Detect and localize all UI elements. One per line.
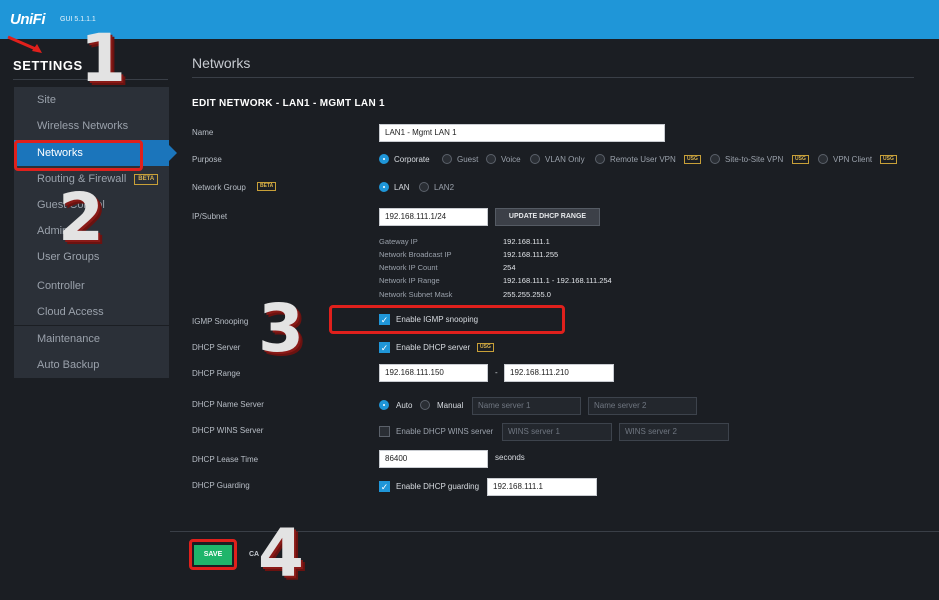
name-server-1-input[interactable]: Name server 1 [472,397,581,415]
subnet-info-key: Network IP Count [379,263,438,272]
purpose-option-label: Remote User VPN [610,155,676,164]
purpose-option-label: Guest [457,155,479,164]
purpose-label: Purpose [192,155,222,164]
subnet-info-key: Network IP Range [379,276,440,285]
subnet-info-value: 254 [503,263,516,272]
sidebar-item-controller[interactable]: Controller [14,273,169,299]
dhcp-range-end-input[interactable]: 192.168.111.210 [504,364,614,382]
sidebar-item-label: Controller [37,280,85,292]
ip-subnet-input[interactable]: 192.168.111.1/24 [379,208,488,226]
wins-server-2-input[interactable]: WINS server 2 [619,423,729,441]
update-dhcp-range-button[interactable]: UPDATE DHCP RANGE [495,208,600,226]
purpose-option-label: Site-to-Site VPN [725,155,784,164]
beta-badge: BETA [134,174,159,185]
beta-badge: BETA [257,182,277,191]
purpose-guest-radio[interactable] [442,154,452,164]
purpose-option-label: VPN Client [833,155,873,164]
save-highlight-box [189,539,237,570]
edit-network-heading: EDIT NETWORK - LAN1 - MGMT LAN 1 [192,98,385,109]
purpose-option-label: Corporate [394,155,430,164]
step-1-annotation: 1 [80,20,126,97]
usg-badge: USG [477,343,494,352]
dhcp-lease-time-label: DHCP Lease Time [192,455,259,464]
page-title: Networks [192,55,251,71]
purpose-remote-vpn-radio[interactable] [595,154,605,164]
dhcp-server-checkbox[interactable]: ✓ [379,342,390,353]
name-server-option-label: Manual [437,401,464,410]
dhcp-range-label: DHCP Range [192,369,241,378]
dhcp-guarding-checkbox[interactable]: ✓ [379,481,390,492]
group-option-label: LAN2 [434,183,455,192]
dhcp-range-start-input[interactable]: 192.168.111.150 [379,364,488,382]
top-bar: UniFi GUI 5.1.1.1 [0,0,939,39]
usg-badge: USG [792,155,809,164]
group-lan2-radio[interactable] [419,182,429,192]
usg-badge: USG [684,155,701,164]
group-option-label: LAN [394,183,410,192]
sidebar-item-maintenance[interactable]: Maintenance [14,326,169,352]
subnet-info-key: Network Broadcast IP [379,250,452,259]
dhcp-guarding-label: DHCP Guarding [192,481,250,490]
subnet-info-key: Gateway IP [379,237,418,246]
purpose-option-label: VLAN Only [545,155,585,164]
network-group-label: Network Group [192,183,246,192]
subnet-info-key: Network Subnet Mask [379,290,453,299]
subnet-info-value: 192.168.111.1 - 192.168.111.254 [503,276,612,285]
usg-badge: USG [880,155,897,164]
networks-highlight-box [14,140,143,171]
step-3-annotation: 3 [258,290,304,367]
igmp-highlight-box [329,305,565,334]
sidebar-item-label: Maintenance [37,333,100,345]
name-server-auto-radio[interactable] [379,400,389,410]
red-arrow-annotation [7,35,42,53]
dhcp-name-server-label: DHCP Name Server [192,400,264,409]
purpose-option-label: Voice [501,155,521,164]
lease-time-input[interactable]: 86400 [379,450,488,468]
unifi-logo[interactable]: UniFi [10,11,46,28]
purpose-site-to-site-vpn-radio[interactable] [710,154,720,164]
purpose-corporate-radio[interactable] [379,154,389,164]
sidebar-item-cloud-access[interactable]: Cloud Access [14,299,169,325]
purpose-vpn-client-radio[interactable] [818,154,828,164]
dhcp-server-text: Enable DHCP server [396,343,471,352]
ip-subnet-label: IP/Subnet [192,212,228,221]
igmp-snooping-label: IGMP Snooping [192,317,249,326]
sidebar-item-label: Auto Backup [37,359,100,371]
settings-title: SETTINGS [13,58,83,73]
name-input[interactable]: LAN1 - Mgmt LAN 1 [379,124,665,142]
lease-unit-label: seconds [495,453,525,462]
subnet-info-value: 255.255.255.0 [503,290,551,299]
dhcp-wins-label: DHCP WINS Server [192,426,264,435]
subnet-info-value: 192.168.111.1 [503,237,550,246]
dhcp-wins-text: Enable DHCP WINS server [396,427,494,436]
step-4-annotation: 4 [258,515,304,592]
step-2-annotation: 2 [58,179,104,256]
sidebar-item-auto-backup[interactable]: Auto Backup [14,352,169,378]
dhcp-wins-checkbox[interactable] [379,426,390,437]
purpose-vlan-only-radio[interactable] [530,154,540,164]
sidebar-item-label: Site [37,94,56,106]
sidebar: SETTINGS Site Wireless Networks Networks… [0,39,177,600]
sidebar-item-label: Wireless Networks [37,120,129,132]
dhcp-guarding-ip-input[interactable]: 192.168.111.1 [487,478,597,496]
sidebar-item-wireless-networks[interactable]: Wireless Networks [14,113,169,139]
name-server-manual-radio[interactable] [420,400,430,410]
dhcp-server-label: DHCP Server [192,343,241,352]
dhcp-guarding-text: Enable DHCP guarding [396,482,480,491]
wins-server-1-input[interactable]: WINS server 1 [502,423,612,441]
name-label: Name [192,128,214,137]
sidebar-item-label: Cloud Access [37,306,104,318]
name-server-option-label: Auto [396,401,413,410]
subnet-info-value: 192.168.111.255 [503,250,559,259]
active-indicator-arrow [169,145,177,161]
name-server-2-input[interactable]: Name server 2 [588,397,697,415]
group-lan-radio[interactable] [379,182,389,192]
purpose-voice-radio[interactable] [486,154,496,164]
dhcp-range-separator: - [495,368,498,377]
title-divider [192,77,914,78]
